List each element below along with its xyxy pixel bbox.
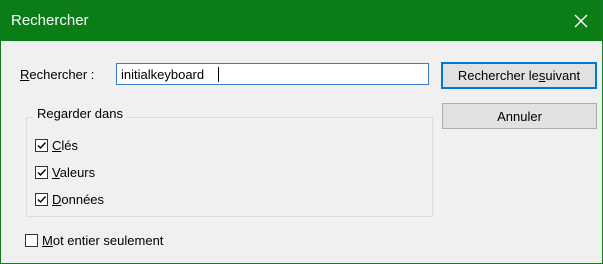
- search-label: Rechercher :: [20, 67, 95, 82]
- find-dialog: Rechercher Rechercher : initialkeyboard …: [0, 0, 603, 264]
- checkbox-keys-box[interactable]: [35, 139, 48, 152]
- checkbox-keys[interactable]: Clés: [35, 138, 78, 153]
- text-caret: [218, 67, 219, 82]
- check-icon: [37, 196, 47, 204]
- checkbox-whole-word[interactable]: Mot entier seulement: [25, 233, 163, 248]
- look-in-legend: Regarder dans: [33, 106, 127, 121]
- dialog-body: Rechercher : initialkeyboard Rechercher …: [1, 41, 602, 263]
- dialog-title: Rechercher: [11, 12, 89, 29]
- check-icon: [37, 169, 47, 177]
- search-input[interactable]: initialkeyboard: [116, 63, 429, 85]
- checkbox-data[interactable]: Données: [35, 192, 104, 207]
- search-input-value: initialkeyboard: [121, 67, 205, 82]
- checkbox-data-label: Données: [52, 192, 105, 207]
- check-icon: [37, 142, 47, 150]
- checkbox-values-box[interactable]: [35, 166, 48, 179]
- title-bar: Rechercher: [1, 1, 602, 41]
- cancel-button[interactable]: Annuler: [442, 103, 597, 129]
- checkbox-values[interactable]: Valeurs: [35, 165, 95, 180]
- find-next-button[interactable]: Rechercher le s uivant: [441, 62, 597, 89]
- checkbox-keys-label: Clés: [52, 138, 79, 153]
- checkbox-whole-word-label: Mot entier seulement: [42, 233, 164, 248]
- close-icon: [574, 14, 588, 28]
- checkbox-values-label: Valeurs: [52, 165, 96, 180]
- close-button[interactable]: [566, 6, 596, 36]
- checkbox-data-box[interactable]: [35, 193, 48, 206]
- checkbox-whole-word-box[interactable]: [25, 234, 38, 247]
